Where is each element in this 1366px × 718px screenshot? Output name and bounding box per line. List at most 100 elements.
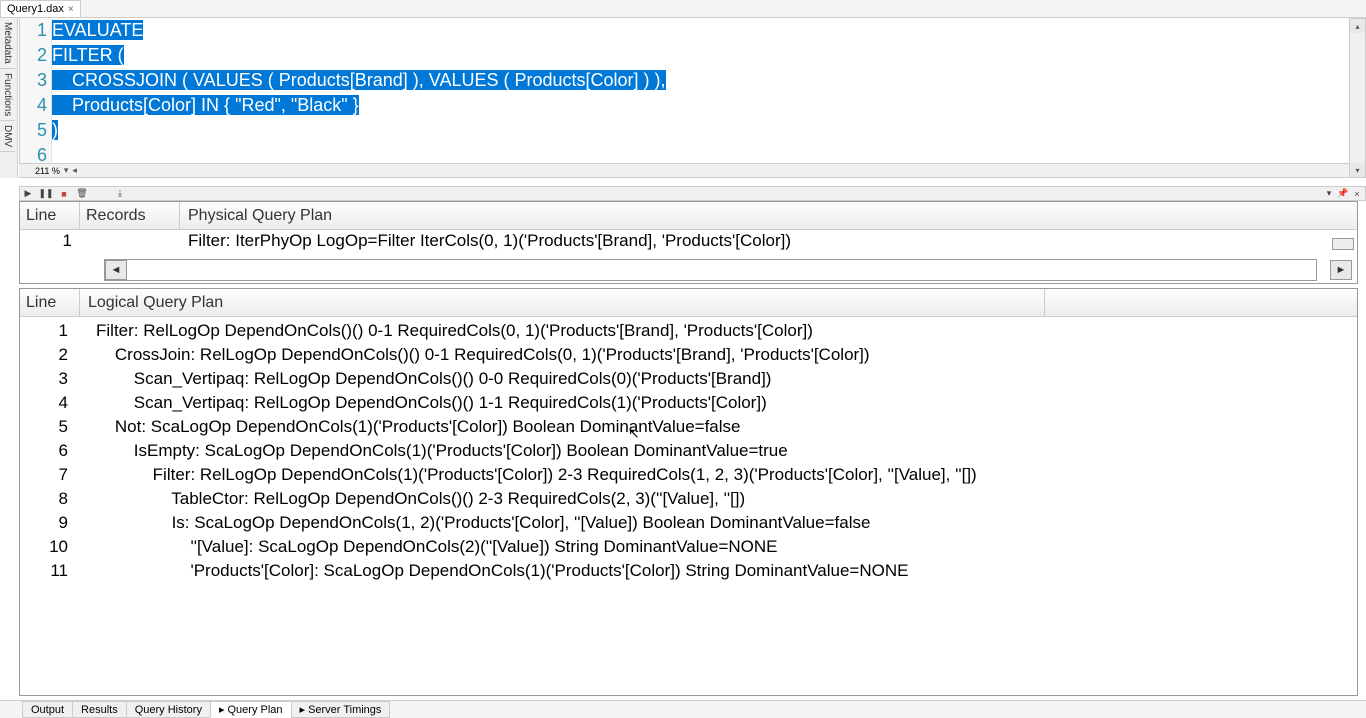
scroll-right-button[interactable]: ► [1330,260,1352,280]
physical-grid-header: Line Records Physical Query Plan [20,202,1357,230]
export-icon[interactable]: ⤓ [114,188,126,200]
document-tab[interactable]: Query1.dax × [0,0,81,17]
cell-line: 11 [20,559,80,583]
stop-icon[interactable]: ■ [58,188,70,200]
gutter-line: 4 [20,93,47,118]
editor-vertical-scrollbar[interactable]: ▴ ▾ [1349,18,1366,178]
dropdown-icon[interactable]: ▾ [1323,188,1335,200]
header-physical-plan[interactable]: Physical Query Plan [180,202,1357,229]
gutter-line: 5 [20,118,47,143]
cell-plan: Filter: RelLogOp DependOnCols(1)('Produc… [80,463,1357,487]
table-row[interactable]: 8 TableCtor: RelLogOp DependOnCols()() 2… [20,487,1357,511]
cell-line: 1 [20,231,80,251]
table-row[interactable]: 11 'Products'[Color]: ScaLogOp DependOnC… [20,559,1357,583]
code-line: Products[Color] IN { "Red", "Black" } [52,95,359,115]
logical-grid-body: 1Filter: RelLogOp DependOnCols()() 0-1 R… [20,317,1357,695]
status-tab-label: Query History [135,704,202,716]
clear-icon[interactable]: 🗑 [76,188,88,200]
cell-plan: Filter: IterPhyOp LogOp=Filter IterCols(… [180,231,1357,251]
gutter-line: 2 [20,43,47,68]
cell-plan: Not: ScaLogOp DependOnCols(1)('Products'… [80,415,1357,439]
status-tab-query-plan[interactable]: ▸Query Plan [210,701,292,718]
code-editor[interactable]: 1 2 3 4 5 6 EVALUATE FILTER ( CROSSJOIN … [19,18,1358,178]
table-row[interactable]: 6 IsEmpty: ScaLogOp DependOnCols(1)('Pro… [20,439,1357,463]
header-records[interactable]: Records [80,202,180,229]
cell-line: 1 [20,319,80,343]
table-row[interactable]: 1 Filter: IterPhyOp LogOp=Filter IterCol… [20,230,1357,252]
table-row[interactable]: 9 Is: ScaLogOp DependOnCols(1, 2)('Produ… [20,511,1357,535]
cell-line: 10 [20,535,80,559]
table-row[interactable]: 5 Not: ScaLogOp DependOnCols(1)('Product… [20,415,1357,439]
gutter-line: 3 [20,68,47,93]
chevron-down-icon[interactable]: ▾ [64,165,69,176]
header-line[interactable]: Line [20,202,80,229]
scroll-left-icon[interactable]: ◂ [72,165,77,176]
scroll-down-icon[interactable]: ▾ [1350,163,1365,177]
table-row[interactable]: 2 CrossJoin: RelLogOp DependOnCols()() 0… [20,343,1357,367]
scrollbar-track[interactable] [127,260,1316,280]
scroll-left-button[interactable]: ◄ [105,260,127,280]
side-tab-strip: Metadata Functions DMV [0,18,18,178]
marker-icon: ▸ [300,703,306,716]
bottom-tab-bar: OutputResultsQuery History▸Query Plan▸Se… [0,700,1366,718]
cell-plan: CrossJoin: RelLogOp DependOnCols()() 0-1… [80,343,1357,367]
table-row[interactable]: 10 ''[Value]: ScaLogOp DependOnCols(2)('… [20,535,1357,559]
status-tab-results[interactable]: Results [72,701,127,718]
cell-line: 8 [20,487,80,511]
cell-plan: TableCtor: RelLogOp DependOnCols()() 2-3… [80,487,1357,511]
cell-line: 6 [20,439,80,463]
physical-grid-body: 1 Filter: IterPhyOp LogOp=Filter IterCol… [20,230,1357,283]
zoom-level[interactable]: 211 % [35,166,60,176]
status-tab-label: Server Timings [308,704,381,716]
table-row[interactable]: 1Filter: RelLogOp DependOnCols()() 0-1 R… [20,319,1357,343]
status-tab-output[interactable]: Output [22,701,73,718]
panel-grip-icon[interactable] [1332,238,1354,250]
document-tab-title: Query1.dax [7,3,64,15]
document-tab-bar: Query1.dax × [0,0,1366,18]
code-line: FILTER ( [52,45,124,65]
cell-line: 5 [20,415,80,439]
editor-zoom-bar: 211 % ▾ ◂ [19,163,1358,177]
logical-grid-header: Line Logical Query Plan [20,289,1357,317]
gutter-line: 1 [20,18,47,43]
status-tab-server-timings[interactable]: ▸Server Timings [291,701,391,718]
table-row[interactable]: 4 Scan_Vertipaq: RelLogOp DependOnCols()… [20,391,1357,415]
side-tab-functions[interactable]: Functions [0,69,15,121]
header-line[interactable]: Line [20,289,80,316]
status-tab-label: Query Plan [228,704,283,716]
scroll-up-icon[interactable]: ▴ [1350,19,1365,33]
side-tab-dmv[interactable]: DMV [0,121,15,152]
cell-plan: Scan_Vertipaq: RelLogOp DependOnCols()()… [80,391,1357,415]
cell-line: 2 [20,343,80,367]
status-tab-label: Results [81,704,118,716]
pin-icon[interactable]: 📌 [1337,188,1349,200]
code-line: CROSSJOIN ( VALUES ( Products[Brand] ), … [52,70,666,90]
cell-plan: ''[Value]: ScaLogOp DependOnCols(2)(''[V… [80,535,1357,559]
header-logical-plan[interactable]: Logical Query Plan [80,289,1045,316]
pause-icon[interactable]: ❚❚ [40,188,52,200]
code-line: EVALUATE [52,20,143,40]
editor-content[interactable]: EVALUATE FILTER ( CROSSJOIN ( VALUES ( P… [52,18,1357,177]
cell-plan: Is: ScaLogOp DependOnCols(1, 2)('Product… [80,511,1357,535]
cell-line: 7 [20,463,80,487]
results-toolbar: ▶ ❚❚ ■ 🗑 ⤓ ▾ 📌 × [19,186,1366,201]
marker-icon: ▸ [219,703,225,716]
physical-plan-panel: Line Records Physical Query Plan 1 Filte… [19,201,1358,284]
cell-plan: Scan_Vertipaq: RelLogOp DependOnCols()()… [80,367,1357,391]
code-line: ) [52,120,58,140]
cell-plan: 'Products'[Color]: ScaLogOp DependOnCols… [80,559,1357,583]
side-tab-metadata[interactable]: Metadata [0,18,15,69]
cell-plan: IsEmpty: ScaLogOp DependOnCols(1)('Produ… [80,439,1357,463]
logical-plan-panel: Line Logical Query Plan 1Filter: RelLogO… [19,288,1358,696]
cell-line: 4 [20,391,80,415]
play-icon[interactable]: ▶ [22,188,34,200]
status-tab-query-history[interactable]: Query History [126,701,211,718]
close-icon[interactable]: × [68,4,74,15]
status-tab-label: Output [31,704,64,716]
table-row[interactable]: 7 Filter: RelLogOp DependOnCols(1)('Prod… [20,463,1357,487]
close-panel-icon[interactable]: × [1351,188,1363,200]
cell-line: 9 [20,511,80,535]
table-row[interactable]: 3 Scan_Vertipaq: RelLogOp DependOnCols()… [20,367,1357,391]
horizontal-scrollbar[interactable]: ◄ ► [104,259,1317,281]
cell-plan: Filter: RelLogOp DependOnCols()() 0-1 Re… [80,319,1357,343]
